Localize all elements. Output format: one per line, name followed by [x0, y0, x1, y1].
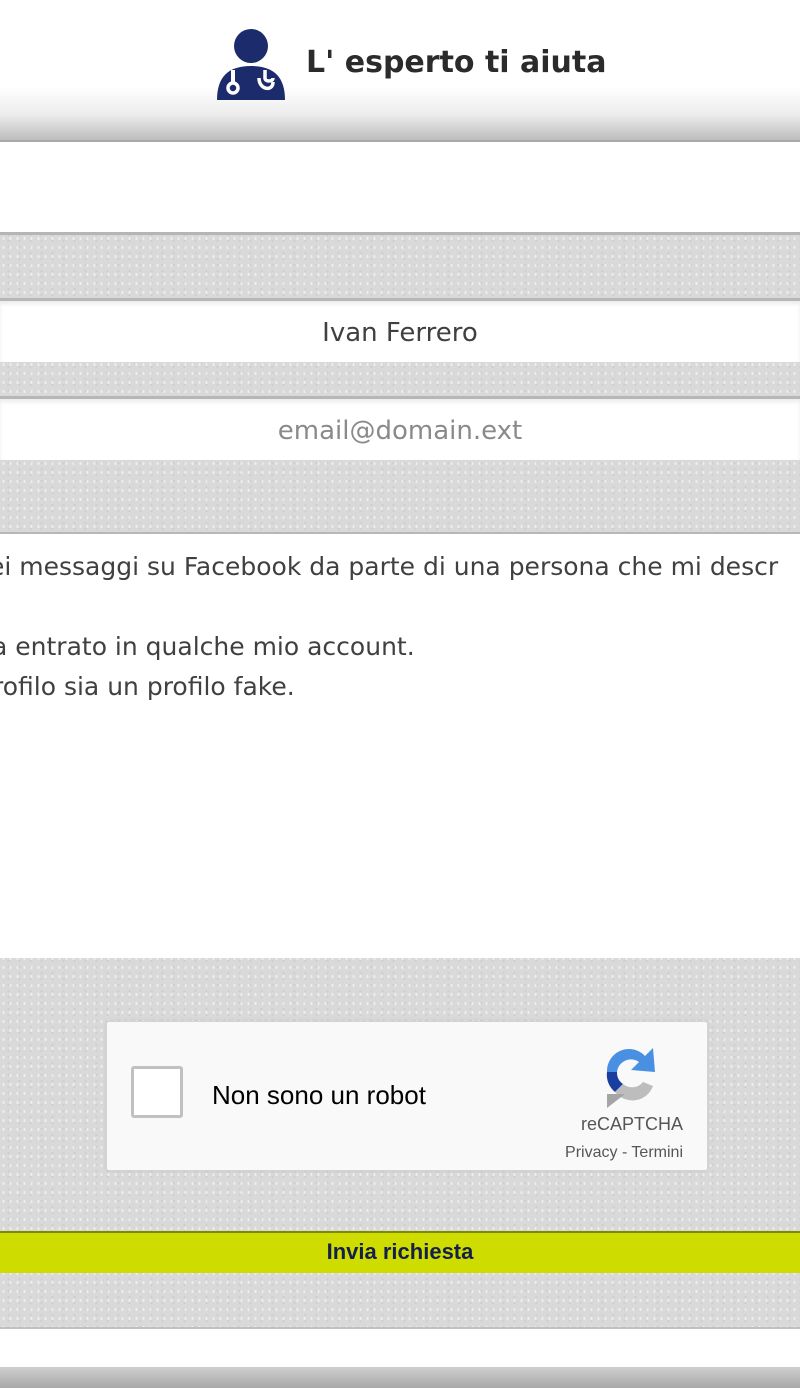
bottom-white-band — [0, 1327, 800, 1369]
doctor-stethoscope-icon — [213, 26, 287, 102]
email-field[interactable]: email@domain.ext — [0, 396, 800, 460]
recaptcha-icon — [595, 1042, 665, 1108]
footer-strip — [0, 1367, 800, 1388]
page-title: L' esperto ti aiuta — [306, 45, 607, 80]
recaptcha-privacy-links[interactable]: Privacy - Termini — [565, 1144, 683, 1162]
recaptcha-widget: Non sono un robot reCAPTCHA Privacy - Te… — [106, 1021, 708, 1171]
page-header: L' esperto ti aiuta — [0, 0, 800, 142]
message-textarea[interactable]: ei messaggi su Facebook da parte di una … — [0, 532, 800, 958]
message-line: ei messaggi su Facebook da parte di una … — [0, 552, 779, 581]
recaptcha-checkbox[interactable] — [131, 1066, 183, 1118]
recaptcha-label: Non sono un robot — [212, 1080, 426, 1110]
submit-button[interactable]: Invia richiesta — [0, 1231, 800, 1273]
name-field[interactable]: Ivan Ferrero — [0, 298, 800, 362]
message-line: rofilo sia un profilo fake. — [0, 672, 295, 701]
recaptcha-brand: reCAPTCHA — [580, 1114, 683, 1134]
message-line: a entrato in qualche mio account. — [0, 632, 415, 661]
top-white-band — [0, 142, 800, 235]
